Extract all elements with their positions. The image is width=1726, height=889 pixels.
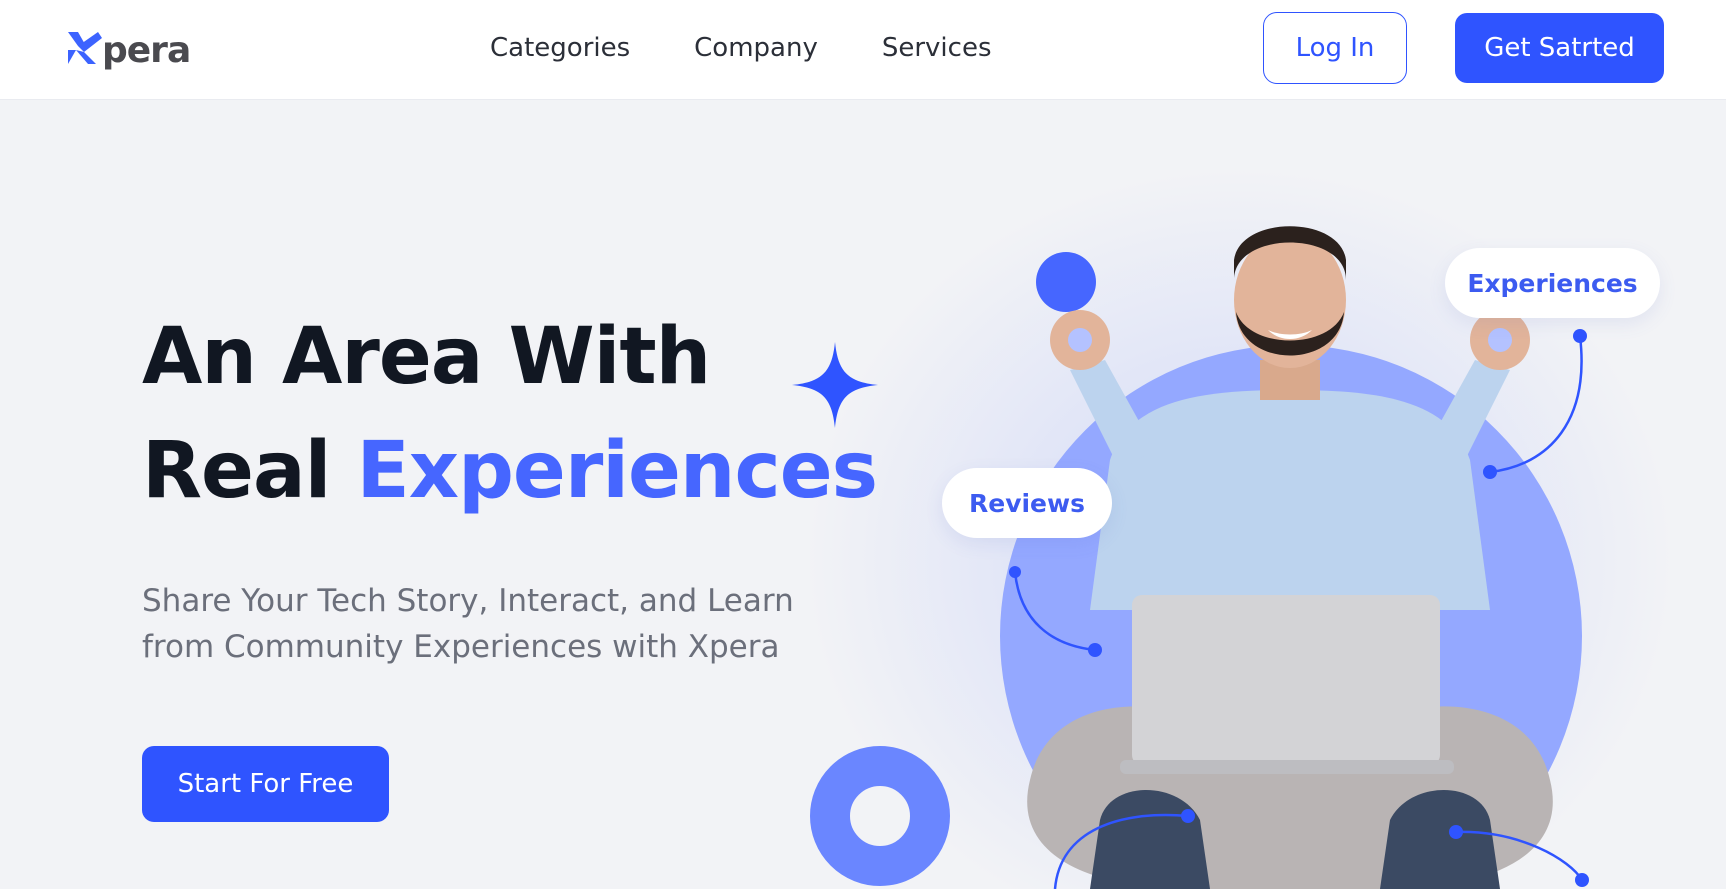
hero-subtitle: Share Your Tech Story, Interact, and Lea… (142, 583, 794, 665)
hero-title-line2-plain: Real (142, 426, 331, 516)
person-with-laptop-illustration (1027, 226, 1553, 889)
xpera-logo-icon (68, 32, 102, 64)
hero-title: An Area With Real Experiences (142, 300, 879, 528)
start-for-free-button[interactable]: Start For Free (142, 746, 389, 822)
brand-logo[interactable]: pera (64, 24, 191, 72)
main-nav: Categories Company Services (490, 28, 1056, 68)
brand-name: pera (102, 29, 191, 71)
hero-title-line1: An Area With (142, 312, 711, 402)
site-header: pera Categories Company Services Log In … (0, 0, 1726, 100)
get-started-button[interactable]: Get Satrted (1455, 13, 1664, 83)
reviews-tag: Reviews (942, 468, 1112, 538)
sparkle-star-icon (792, 342, 878, 428)
experiences-tag: Experiences (1445, 248, 1660, 318)
nav-item-services[interactable]: Services (882, 28, 992, 68)
decorative-ring (810, 746, 950, 886)
landing-page: pera Categories Company Services Log In … (0, 0, 1726, 889)
hero-title-accent: Experiences (356, 426, 879, 516)
nav-item-company[interactable]: Company (694, 28, 818, 68)
login-button[interactable]: Log In (1263, 12, 1407, 84)
nav-item-categories[interactable]: Categories (490, 28, 630, 68)
